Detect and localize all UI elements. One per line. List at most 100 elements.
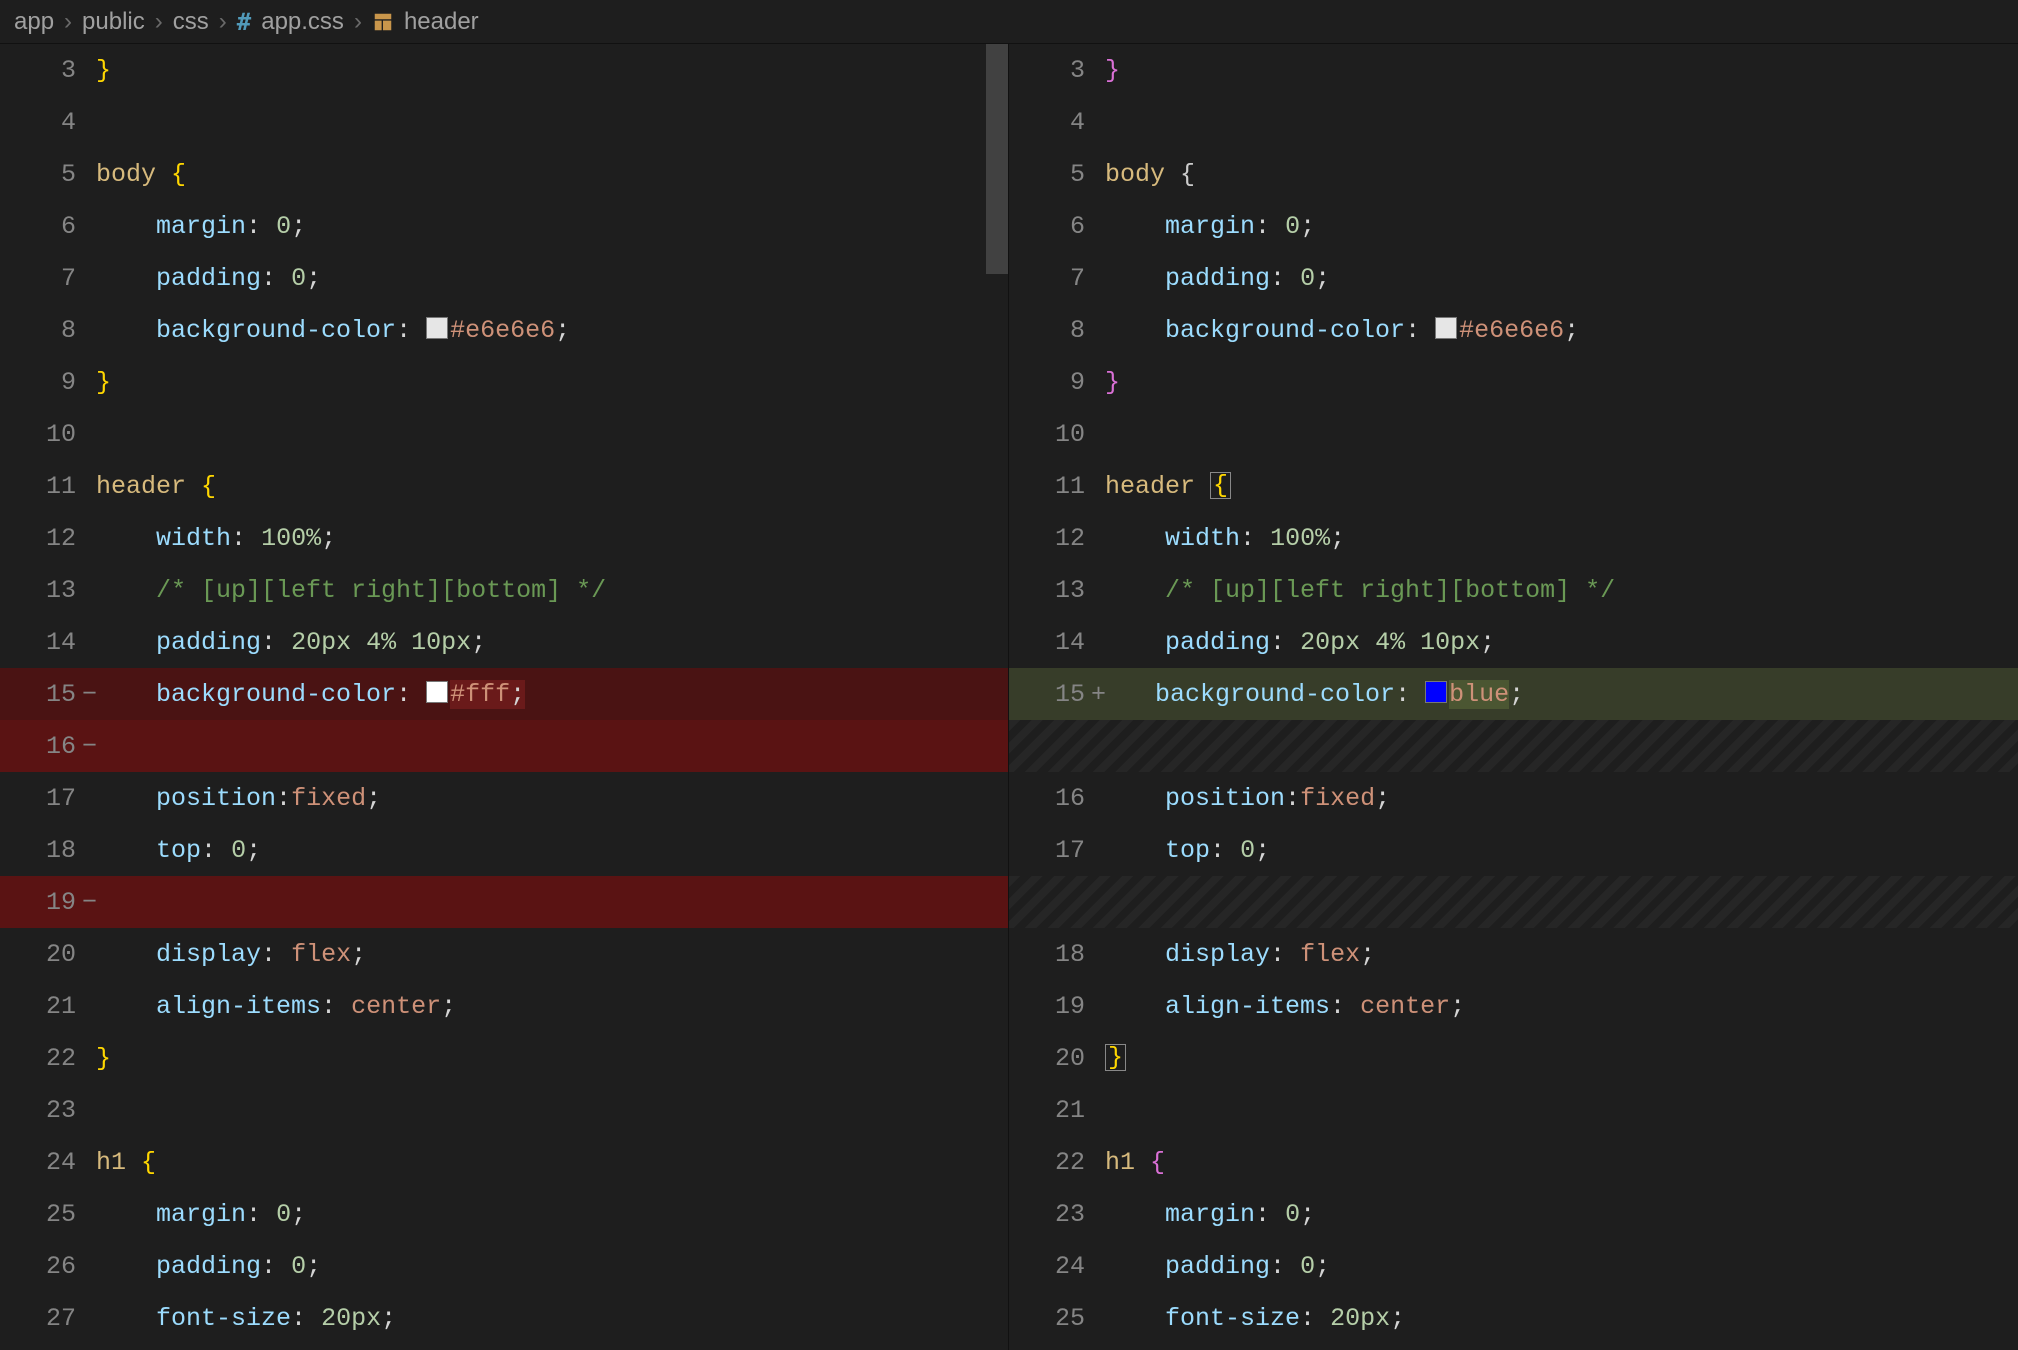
breadcrumb-seg-css[interactable]: css xyxy=(173,8,209,36)
code-line[interactable]: 4 xyxy=(0,96,1008,148)
diff-left-pane[interactable]: 3}45body {6 margin: 0;7 padding: 0;8 bac… xyxy=(0,44,1009,1350)
code-content[interactable]: background-color: #fff; xyxy=(96,680,1008,709)
code-line[interactable]: 22h1 { xyxy=(1009,1136,2018,1188)
code-line[interactable]: 22} xyxy=(0,1032,1008,1084)
breadcrumb[interactable]: app › public › css › # app.css › header xyxy=(0,0,2018,44)
code-content[interactable]: display: flex; xyxy=(1105,940,2018,969)
code-content[interactable]: padding: 20px 4% 10px; xyxy=(1105,628,2018,657)
code-content[interactable]: padding: 0; xyxy=(1105,1252,2018,1281)
code-content[interactable]: /* [up][left right][bottom] */ xyxy=(96,576,1008,605)
code-content[interactable]: font-size: 20px; xyxy=(96,1304,1008,1333)
code-content[interactable]: header { xyxy=(1105,472,2018,501)
code-content[interactable]: background-color: #e6e6e6; xyxy=(96,316,1008,345)
code-line[interactable]: 24h1 { xyxy=(0,1136,1008,1188)
code-content[interactable]: header { xyxy=(96,472,1008,501)
code-content[interactable]: width: 100%; xyxy=(1105,524,2018,553)
code-line[interactable]: 13 /* [up][left right][bottom] */ xyxy=(1009,564,2018,616)
code-content[interactable]: } xyxy=(1105,368,2018,397)
code-content[interactable]: background-color: #e6e6e6; xyxy=(1105,316,2018,345)
breadcrumb-seg-app[interactable]: app xyxy=(14,8,54,36)
code-content[interactable]: top: 0; xyxy=(1105,836,2018,865)
code-line[interactable]: 15+ background-color: blue; xyxy=(1009,668,2018,720)
code-line[interactable]: 17 position:fixed; xyxy=(0,772,1008,824)
code-line[interactable]: 3} xyxy=(0,44,1008,96)
code-line[interactable]: 20} xyxy=(1009,1032,2018,1084)
code-content[interactable]: h1 { xyxy=(1105,1148,2018,1177)
code-content[interactable]: font-size: 20px; xyxy=(1105,1304,2018,1333)
code-content[interactable]: margin: 0; xyxy=(1105,1200,2018,1229)
code-content[interactable]: /* [up][left right][bottom] */ xyxy=(1105,576,2018,605)
code-line[interactable]: 15− background-color: #fff; xyxy=(0,668,1008,720)
code-content[interactable]: padding: 20px 4% 10px; xyxy=(96,628,1008,657)
code-line[interactable]: 20 display: flex; xyxy=(0,928,1008,980)
code-line[interactable]: 25 margin: 0; xyxy=(0,1188,1008,1240)
code-line[interactable]: 8 background-color: #e6e6e6; xyxy=(0,304,1008,356)
code-line[interactable]: 18 display: flex; xyxy=(1009,928,2018,980)
code-line[interactable] xyxy=(1009,876,2018,928)
breadcrumb-seg-public[interactable]: public xyxy=(82,8,145,36)
code-line[interactable]: 18 top: 0; xyxy=(0,824,1008,876)
code-content[interactable]: body { xyxy=(1105,160,2018,189)
code-content[interactable]: background-color: blue; xyxy=(1105,680,2018,709)
code-content[interactable]: padding: 0; xyxy=(1105,264,2018,293)
breadcrumb-seg-file[interactable]: app.css xyxy=(261,8,344,36)
code-line[interactable]: 23 margin: 0; xyxy=(1009,1188,2018,1240)
code-line[interactable]: 12 width: 100%; xyxy=(1009,512,2018,564)
code-line[interactable]: 21 xyxy=(1009,1084,2018,1136)
code-content[interactable]: position:fixed; xyxy=(1105,784,2018,813)
code-content[interactable]: } xyxy=(96,1044,1008,1073)
code-line[interactable]: 9} xyxy=(1009,356,2018,408)
code-line[interactable]: 19− xyxy=(0,876,1008,928)
code-line[interactable]: 9} xyxy=(0,356,1008,408)
code-line[interactable]: 26 padding: 0; xyxy=(0,1240,1008,1292)
code-line[interactable]: 8 background-color: #e6e6e6; xyxy=(1009,304,2018,356)
code-line[interactable]: 4 xyxy=(1009,96,2018,148)
code-content[interactable]: body { xyxy=(96,160,1008,189)
code-content[interactable]: } xyxy=(96,56,1008,85)
code-line[interactable]: 24 padding: 0; xyxy=(1009,1240,2018,1292)
code-content[interactable]: h1 { xyxy=(96,1148,1008,1177)
code-line[interactable]: 3} xyxy=(1009,44,2018,96)
code-line[interactable]: 16 position:fixed; xyxy=(1009,772,2018,824)
code-content[interactable]: padding: 0; xyxy=(96,1252,1008,1281)
breadcrumb-seg-symbol[interactable]: header xyxy=(404,8,479,36)
code-line[interactable]: 6 margin: 0; xyxy=(0,200,1008,252)
code-content[interactable]: padding: 0; xyxy=(96,264,1008,293)
code-line[interactable]: 13 /* [up][left right][bottom] */ xyxy=(0,564,1008,616)
code-line[interactable]: 5body { xyxy=(0,148,1008,200)
scrollbar[interactable] xyxy=(986,44,1008,1350)
code-content[interactable]: align-items: center; xyxy=(96,992,1008,1021)
scrollbar-thumb[interactable] xyxy=(986,44,1008,274)
code-content[interactable]: } xyxy=(96,368,1008,397)
code-content[interactable]: } xyxy=(1105,1044,2018,1073)
code-line[interactable]: 7 padding: 0; xyxy=(0,252,1008,304)
code-line[interactable]: 5body { xyxy=(1009,148,2018,200)
code-content[interactable]: } xyxy=(1105,56,2018,85)
code-line[interactable]: 14 padding: 20px 4% 10px; xyxy=(1009,616,2018,668)
code-line[interactable]: 14 padding: 20px 4% 10px; xyxy=(0,616,1008,668)
code-content[interactable]: margin: 0; xyxy=(96,212,1008,241)
code-line[interactable]: 27 font-size: 20px; xyxy=(0,1292,1008,1344)
code-line[interactable]: 11header { xyxy=(1009,460,2018,512)
code-line[interactable]: 6 margin: 0; xyxy=(1009,200,2018,252)
code-content[interactable]: margin: 0; xyxy=(96,1200,1008,1229)
code-content[interactable]: align-items: center; xyxy=(1105,992,2018,1021)
code-line[interactable]: 19 align-items: center; xyxy=(1009,980,2018,1032)
code-content[interactable]: width: 100%; xyxy=(96,524,1008,553)
code-line[interactable]: 12 width: 100%; xyxy=(0,512,1008,564)
code-content[interactable]: display: flex; xyxy=(96,940,1008,969)
code-line[interactable]: 21 align-items: center; xyxy=(0,980,1008,1032)
code-content[interactable]: top: 0; xyxy=(96,836,1008,865)
code-line[interactable] xyxy=(1009,720,2018,772)
code-line[interactable]: 16− xyxy=(0,720,1008,772)
code-line[interactable]: 25 font-size: 20px; xyxy=(1009,1292,2018,1344)
code-line[interactable]: 23 xyxy=(0,1084,1008,1136)
code-line[interactable]: 11header { xyxy=(0,460,1008,512)
code-content[interactable]: margin: 0; xyxy=(1105,212,2018,241)
code-content[interactable]: position:fixed; xyxy=(96,784,1008,813)
code-line[interactable]: 7 padding: 0; xyxy=(1009,252,2018,304)
diff-right-pane[interactable]: 3}45body {6 margin: 0;7 padding: 0;8 bac… xyxy=(1009,44,2018,1350)
code-line[interactable]: 17 top: 0; xyxy=(1009,824,2018,876)
code-line[interactable]: 10 xyxy=(0,408,1008,460)
code-line[interactable]: 10 xyxy=(1009,408,2018,460)
